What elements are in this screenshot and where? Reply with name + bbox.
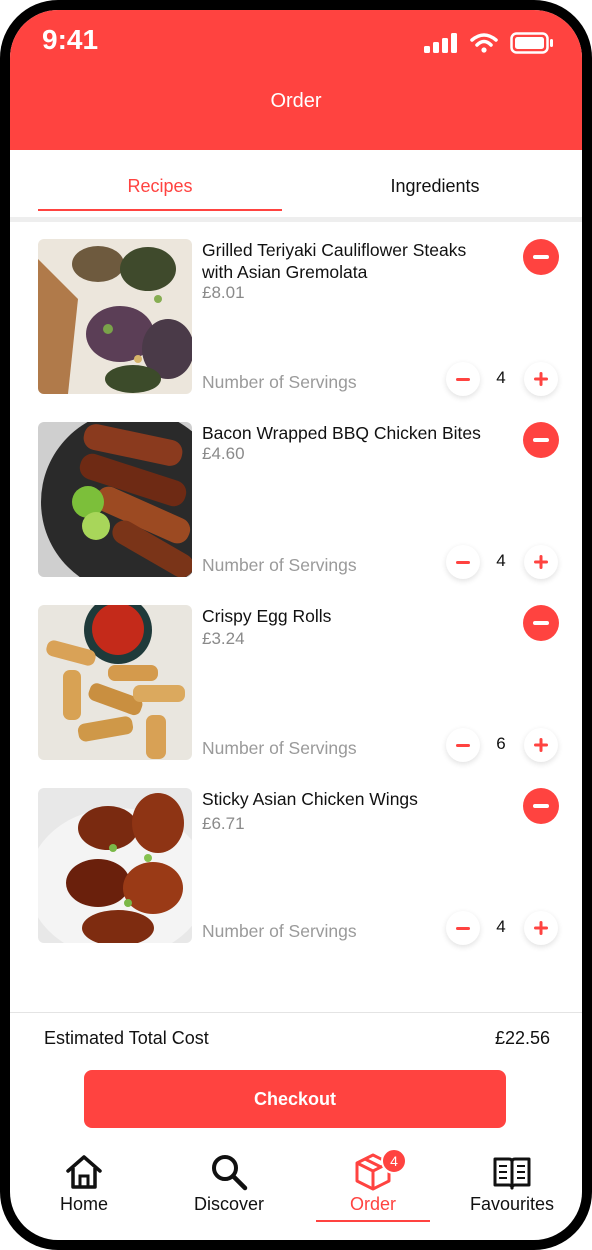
header-bar: 9:41 Order xyxy=(10,10,582,150)
tab-ingredients[interactable]: Ingredients xyxy=(310,176,560,197)
nav-label: Home xyxy=(59,1194,108,1214)
recipe-image[interactable] xyxy=(38,788,192,943)
servings-label: Number of Servings xyxy=(202,372,357,392)
status-icons xyxy=(424,32,554,54)
book-icon xyxy=(493,1157,531,1190)
decrease-servings-button[interactable] xyxy=(446,545,480,579)
decrease-servings-button[interactable] xyxy=(446,362,480,396)
remove-item-button[interactable] xyxy=(523,239,559,275)
signal-icon xyxy=(424,33,457,53)
minus-icon xyxy=(533,438,549,442)
wifi-icon xyxy=(470,33,498,53)
plus-icon xyxy=(534,555,548,569)
remove-item-button[interactable] xyxy=(523,422,559,458)
remove-item-button[interactable] xyxy=(523,605,559,641)
recipe-image[interactable] xyxy=(38,422,192,577)
list-item: Sticky Asian Chicken Wings £6.71 Number … xyxy=(38,788,560,945)
remove-item-button[interactable] xyxy=(523,788,559,824)
active-nav-indicator xyxy=(316,1220,430,1222)
checkout-button[interactable]: Checkout xyxy=(84,1070,506,1128)
servings-count: 4 xyxy=(496,551,506,570)
total-cost-value: £22.56 xyxy=(494,1028,550,1048)
list-item: Grilled Teriyaki Cauliflower Steaks with… xyxy=(38,239,560,396)
minus-icon xyxy=(533,621,549,625)
nav-label: Favourites xyxy=(469,1194,555,1214)
tab-recipes[interactable]: Recipes xyxy=(38,176,282,197)
nav-label: Order xyxy=(349,1194,396,1214)
order-count-badge: 4 xyxy=(381,1148,407,1174)
plus-icon xyxy=(534,921,548,935)
list-item: Bacon Wrapped BBQ Chicken Bites £4.60 Nu… xyxy=(38,422,560,579)
servings-count: 4 xyxy=(496,368,506,387)
minus-icon xyxy=(533,255,549,259)
battery-icon xyxy=(510,32,553,54)
minus-icon xyxy=(456,743,470,747)
app-screen: 9:41 Order Recipes Ingredients Grilled T… xyxy=(10,10,582,1240)
recipe-name: Grilled Teriyaki Cauliflower Steaks with… xyxy=(202,240,467,282)
nav-home[interactable]: Home xyxy=(24,1152,144,1215)
servings-count: 4 xyxy=(496,917,506,936)
servings-label: Number of Servings xyxy=(202,738,357,758)
recipe-price: £6.71 xyxy=(202,814,245,833)
home-icon xyxy=(66,1155,102,1189)
minus-icon xyxy=(533,804,549,808)
summary-divider xyxy=(10,1012,582,1013)
nav-favourites[interactable]: Favourites xyxy=(452,1152,572,1215)
decrease-servings-button[interactable] xyxy=(446,728,480,762)
tab-bar: Recipes Ingredients xyxy=(10,150,582,222)
recipe-image[interactable] xyxy=(38,605,192,760)
device-frame: 9:41 Order Recipes Ingredients Grilled T… xyxy=(0,0,592,1250)
minus-icon xyxy=(456,926,470,930)
plus-icon xyxy=(534,372,548,386)
minus-icon xyxy=(456,560,470,564)
servings-label: Number of Servings xyxy=(202,555,357,575)
recipe-name: Crispy Egg Rolls xyxy=(202,606,332,626)
search-icon xyxy=(212,1155,248,1191)
plus-icon xyxy=(534,738,548,752)
recipe-image[interactable] xyxy=(38,239,192,394)
recipe-price: £4.60 xyxy=(202,444,245,463)
active-tab-indicator xyxy=(38,209,282,211)
decrease-servings-button[interactable] xyxy=(446,911,480,945)
increase-servings-button[interactable] xyxy=(524,911,558,945)
nav-discover[interactable]: Discover xyxy=(169,1152,289,1215)
recipe-name: Sticky Asian Chicken Wings xyxy=(202,789,418,809)
increase-servings-button[interactable] xyxy=(524,362,558,396)
nav-order[interactable]: 4 Order xyxy=(313,1148,433,1215)
nav-label: Discover xyxy=(193,1194,264,1214)
recipe-price: £8.01 xyxy=(202,283,245,302)
recipe-price: £3.24 xyxy=(202,629,245,648)
minus-icon xyxy=(456,377,470,381)
status-time: 9:41 xyxy=(42,24,99,55)
servings-count: 6 xyxy=(496,734,506,753)
recipe-name: Bacon Wrapped BBQ Chicken Bites xyxy=(202,423,481,443)
total-cost-label: Estimated Total Cost xyxy=(44,1028,209,1048)
increase-servings-button[interactable] xyxy=(524,545,558,579)
increase-servings-button[interactable] xyxy=(524,728,558,762)
servings-label: Number of Servings xyxy=(202,921,357,941)
page-title: Order xyxy=(270,90,322,112)
list-item: Crispy Egg Rolls £3.24 Number of Serving… xyxy=(38,605,560,762)
